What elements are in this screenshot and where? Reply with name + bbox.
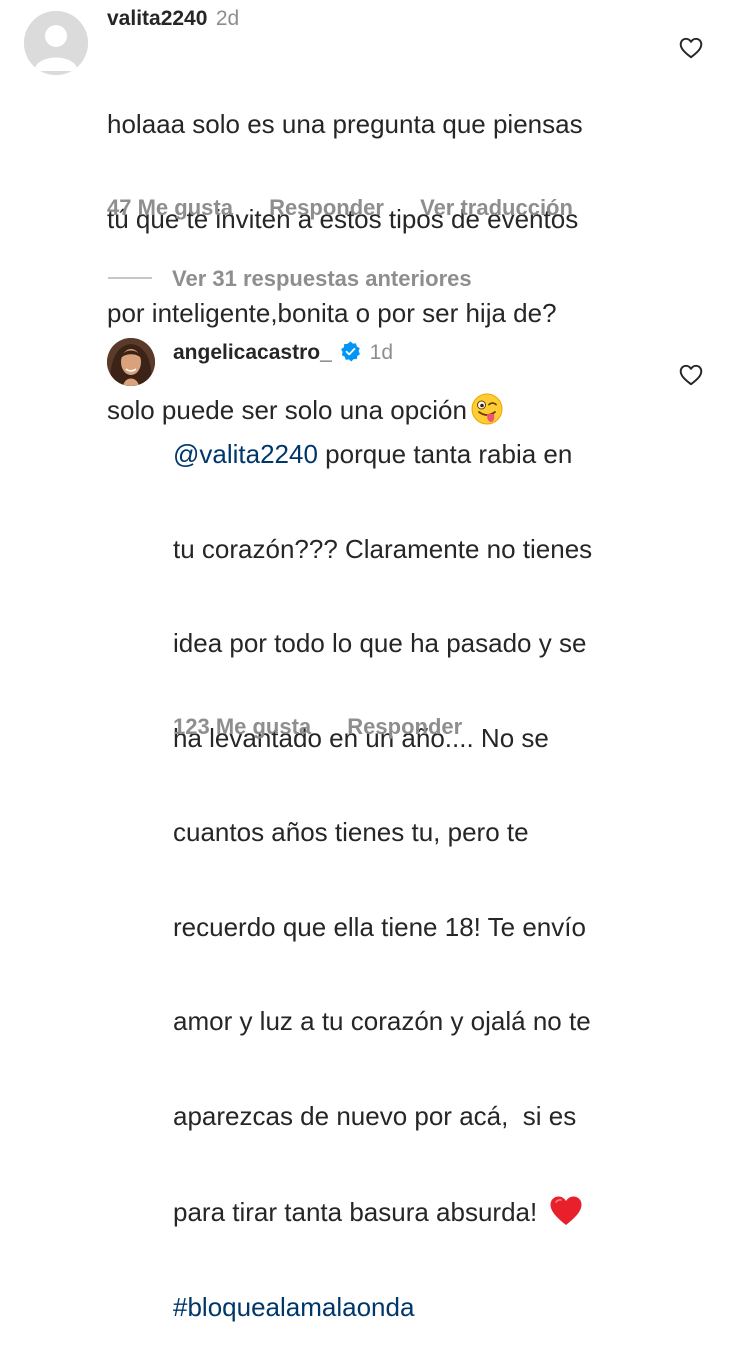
replies-divider — [108, 277, 152, 279]
see-translation-button[interactable]: Ver traducción — [420, 195, 573, 220]
reply-line: aparezcas de nuevo por acá, si es — [173, 1100, 577, 1131]
avatar[interactable] — [107, 338, 155, 386]
red-heart-icon — [550, 1196, 582, 1225]
hashtag-link[interactable]: #bloquealamalaonda — [173, 1292, 414, 1322]
likes-count[interactable]: 47 Me gusta — [107, 195, 233, 220]
reply-line: recuerdo que ella tiene 18! Te envío — [173, 911, 586, 942]
reply-body: @valita2240 porque tanta rabia en tu cor… — [173, 376, 592, 1355]
reply-line: idea por todo lo que ha pasado y se — [173, 628, 587, 658]
comment-line: holaaa solo es una pregunta que piensas — [107, 109, 583, 139]
reply-line: cuantos años tienes tu, pero te — [173, 817, 529, 847]
reply-button[interactable]: Responder — [347, 714, 462, 739]
reply-header: angelicacastro_ 1d — [173, 341, 393, 365]
reply-line: para tirar tanta basura absurda! — [173, 1195, 592, 1229]
reply-line-text: para tirar tanta basura absurda! — [173, 1197, 538, 1227]
comment-header: valita2240 2d — [107, 7, 239, 31]
reply-button[interactable]: Responder — [269, 195, 384, 220]
verified-badge-icon — [341, 341, 361, 362]
comment-username[interactable]: valita2240 — [107, 7, 207, 30]
like-heart-icon[interactable] — [678, 362, 704, 388]
reply-line: #bloquealamalaonda — [173, 1292, 592, 1324]
default-avatar-icon — [24, 11, 88, 75]
comment-line: por inteligente,bonita o por ser hija de… — [107, 298, 557, 328]
likes-count[interactable]: 123 Me gusta — [173, 714, 311, 739]
reply-actions: 123 Me gusta Responder — [173, 714, 462, 740]
avatar[interactable] — [24, 11, 88, 75]
reply-line: tu corazón??? Claramente no tienes — [173, 533, 593, 564]
mention-link[interactable]: @valita2240 — [173, 439, 318, 469]
reply-line-text: porque tanta rabia en — [317, 439, 573, 469]
view-previous-replies-button[interactable]: Ver 31 respuestas anteriores — [172, 266, 472, 292]
reply-line: @valita2240 porque tanta rabia en — [173, 439, 592, 471]
reply-username[interactable]: angelicacastro_ — [173, 341, 332, 364]
comment-actions: 47 Me gusta Responder Ver traducción — [107, 195, 573, 221]
reply-line: amor y luz a tu corazón y ojalá no te — [173, 1006, 591, 1036]
comment-time: 2d — [215, 7, 240, 30]
profile-photo-icon — [107, 338, 155, 386]
reply-time: 1d — [369, 341, 394, 364]
like-heart-icon[interactable] — [678, 35, 704, 61]
